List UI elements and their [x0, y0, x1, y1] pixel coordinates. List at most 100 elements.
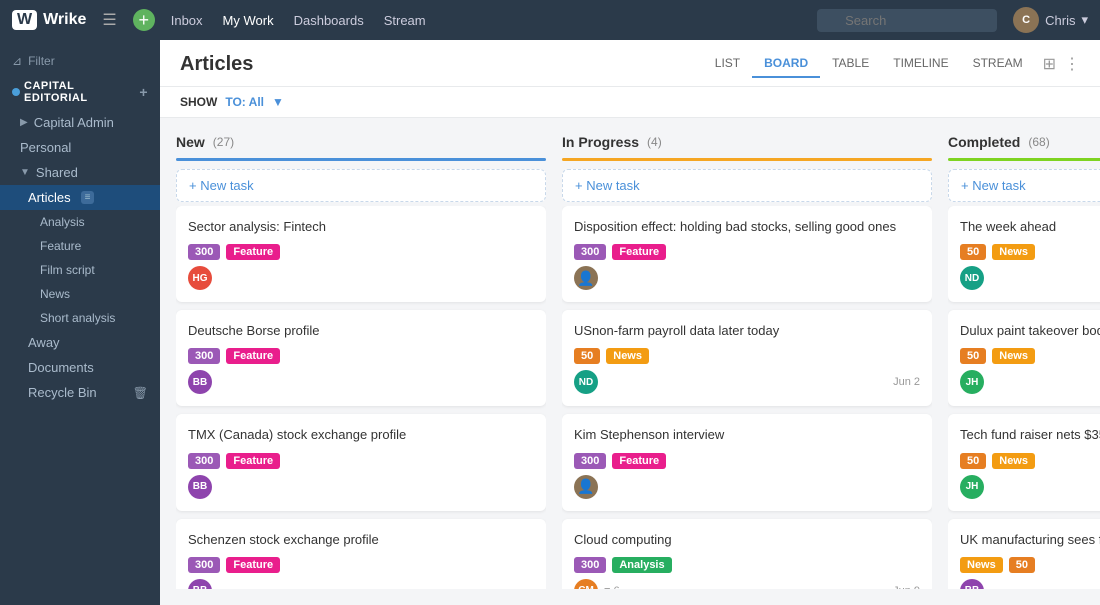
column-cards-completed: The week ahead50NewsNDJun 3Dulux paint t… — [948, 206, 1100, 589]
user-menu[interactable]: C Chris ▾ — [1013, 7, 1088, 33]
sidebar-item-feature[interactable]: Feature — [0, 234, 160, 258]
card[interactable]: Sector analysis: Fintech 300Feature HG — [176, 206, 546, 302]
card[interactable]: Schenzen stock exchange profile 300Featur… — [176, 519, 546, 589]
more-options-icon[interactable]: ⋮ — [1064, 54, 1080, 74]
card[interactable]: UK manufacturing sees further marked gro… — [948, 519, 1100, 589]
logo[interactable]: W Wrike — [12, 10, 86, 30]
card-footer-left: BB — [188, 579, 212, 589]
card-tags: 300Feature — [188, 557, 534, 573]
column-count-completed: (68) — [1028, 135, 1049, 149]
card-tag: 300 — [188, 453, 220, 469]
filter-funnel-icon[interactable]: ▼ — [272, 95, 284, 109]
sidebar-item-away[interactable]: Away — [0, 330, 160, 355]
card[interactable]: Deutsche Borse profile300FeatureBB — [176, 310, 546, 406]
card[interactable]: Dulux paint takeover bod dropped.50NewsJ… — [948, 310, 1100, 406]
board-container: New (27)+ New taskSector analysis: Finte… — [160, 118, 1100, 605]
sidebar-item-shared[interactable]: ▼ Shared — [0, 160, 160, 185]
new-task-button-completed[interactable]: + New task — [948, 169, 1100, 202]
top-nav-links: Inbox My Work Dashboards Stream — [171, 13, 426, 28]
nav-mywork[interactable]: My Work — [223, 13, 274, 28]
tab-table[interactable]: TABLE — [820, 50, 881, 78]
card-tags: 50News — [574, 348, 920, 364]
show-bar: SHOW TO: All ▼ — [160, 87, 1100, 118]
column-cards-inprogress: Disposition effect: holding bad stocks, … — [562, 206, 932, 589]
card-footer-left: JH — [960, 475, 984, 499]
card-footer: CM≡ 6Jun 9 — [574, 579, 920, 589]
tab-stream[interactable]: STREAM — [961, 50, 1035, 78]
card-avatar: CM — [574, 579, 598, 589]
card-title: TMX (Canada) stock exchange profile — [188, 426, 534, 444]
nav-dashboards[interactable]: Dashboards — [294, 13, 364, 28]
card-footer-left: ND — [960, 266, 984, 290]
card-avatar: ND — [574, 370, 598, 394]
sidebar-item-documents[interactable]: Documents — [0, 355, 160, 380]
sidebar-item-news[interactable]: News — [0, 282, 160, 306]
search-input[interactable] — [817, 9, 997, 32]
card-avatar: BB — [188, 579, 212, 589]
nav-stream[interactable]: Stream — [384, 13, 426, 28]
sidebar-item-articles[interactable]: Articles ≡ — [0, 185, 160, 210]
card-tags: 300Feature — [574, 244, 920, 260]
new-task-button-new[interactable]: + New task — [176, 169, 546, 202]
card-footer: BB — [188, 579, 534, 589]
card-tags: 50News — [960, 453, 1100, 469]
card-tags: 300Feature — [188, 453, 534, 469]
grid-icon[interactable]: ⊞ — [1043, 54, 1056, 74]
card-title: UK manufacturing sees further marked gro… — [960, 531, 1100, 549]
card-avatar: 👤 — [574, 266, 598, 290]
hamburger-icon[interactable]: ☰ — [102, 10, 116, 30]
sidebar-item-filmscript[interactable]: Film script — [0, 258, 160, 282]
card-footer: 👤 — [574, 475, 920, 499]
card-tags: 300Feature — [188, 244, 534, 260]
card-footer-left: BB — [188, 370, 212, 394]
card-footer: JHJun 2 — [960, 370, 1100, 394]
avatar: C — [1013, 7, 1039, 33]
card-footer-left: JH — [960, 370, 984, 394]
card[interactable]: Tech fund raiser nets $35m in30 seconds5… — [948, 414, 1100, 510]
new-task-button-inprogress[interactable]: + New task — [562, 169, 932, 202]
card-avatar: HG — [188, 266, 212, 290]
tab-list[interactable]: LIST — [703, 50, 752, 78]
card-footer: 👤 — [574, 266, 920, 290]
sidebar-section-header[interactable]: CAPITAL EDITORIAL + — [0, 74, 160, 110]
card-tag: News — [992, 348, 1035, 364]
card-avatar: BB — [188, 475, 212, 499]
page-title: Articles — [180, 53, 253, 76]
card[interactable]: Kim Stephenson interview300Feature👤 — [562, 414, 932, 510]
sidebar-add-icon[interactable]: + — [139, 84, 148, 100]
card[interactable]: USnon-farm payroll data later today50New… — [562, 310, 932, 406]
card-tag: 300 — [188, 348, 220, 364]
sidebar: ⊿ Filter CAPITAL EDITORIAL + ▶ Capital A… — [0, 40, 160, 605]
sidebar-item-personal[interactable]: Personal — [0, 135, 160, 160]
card-footer: BB — [960, 579, 1100, 589]
sidebar-section-dot — [12, 88, 20, 96]
card-tag: Feature — [226, 557, 280, 573]
card[interactable]: The week ahead50NewsNDJun 3 — [948, 206, 1100, 302]
sidebar-filter[interactable]: ⊿ Filter — [0, 48, 160, 74]
main-content: Articles LIST BOARD TABLE TIMELINE STREA… — [160, 40, 1100, 605]
sidebar-item-capital-admin[interactable]: ▶ Capital Admin — [0, 110, 160, 135]
card-footer: JHJun 1 — [960, 475, 1100, 499]
nav-inbox[interactable]: Inbox — [171, 13, 203, 28]
card-footer: BB — [188, 475, 534, 499]
card-title: Schenzen stock exchange profile — [188, 531, 534, 549]
card-footer: HG — [188, 266, 534, 290]
column-border-new — [176, 158, 546, 161]
card[interactable]: Disposition effect: holding bad stocks, … — [562, 206, 932, 302]
card[interactable]: TMX (Canada) stock exchange profile 300Fe… — [176, 414, 546, 510]
card-date: Jun 9 — [893, 585, 920, 589]
filter-icon: ⊿ — [12, 54, 22, 68]
card-title: The week ahead — [960, 218, 1100, 236]
tab-timeline[interactable]: TIMELINE — [881, 50, 960, 78]
card-tag: 50 — [960, 348, 986, 364]
card[interactable]: Cloud computing300AnalysisCM≡ 6Jun 9 — [562, 519, 932, 589]
sidebar-item-recycle-bin[interactable]: Recycle Bin 🗑 — [0, 380, 160, 405]
tab-board[interactable]: BOARD — [752, 50, 820, 78]
sidebar-item-short-analysis[interactable]: Short analysis — [0, 306, 160, 330]
add-button[interactable]: + — [133, 9, 155, 31]
chevron-down-small-icon: ▼ — [20, 167, 30, 178]
sidebar-item-analysis[interactable]: Analysis — [0, 210, 160, 234]
card-title: Disposition effect: holding bad stocks, … — [574, 218, 920, 236]
chevron-right-icon: ▶ — [20, 117, 28, 128]
card-title: Sector analysis: Fintech — [188, 218, 534, 236]
